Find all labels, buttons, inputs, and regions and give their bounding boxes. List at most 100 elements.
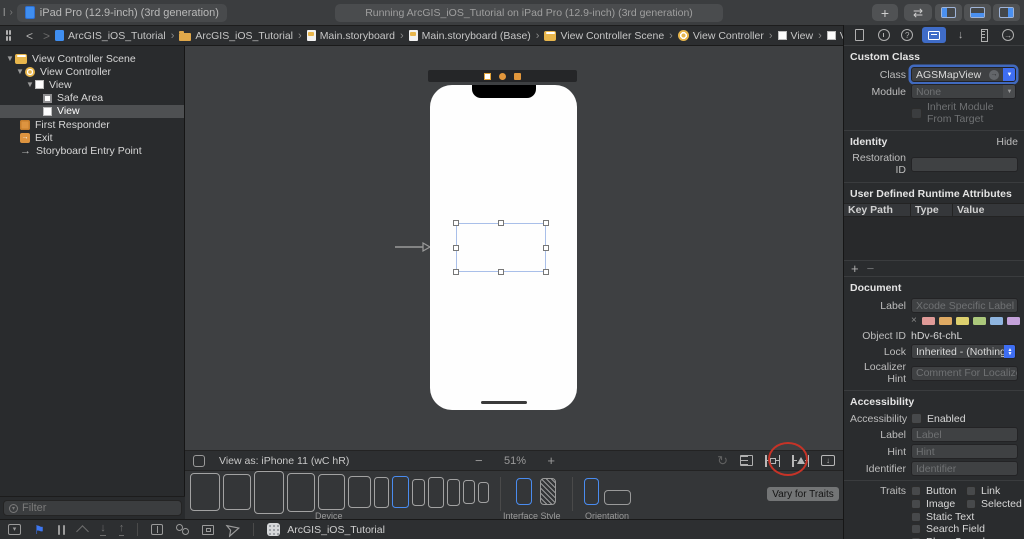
resize-handle[interactable]: [543, 220, 549, 226]
outline-row-view[interactable]: ▼ View: [0, 78, 184, 91]
zoom-out-button[interactable]: −: [475, 453, 483, 468]
attributes-inspector-tab[interactable]: ↓: [952, 27, 970, 43]
outline-row-subview-selected[interactable]: View: [0, 105, 184, 118]
breadcrumb-storyboard-base[interactable]: Main.storyboard (Base): [409, 30, 531, 42]
outline-row-exit[interactable]: → Exit: [0, 131, 184, 144]
breakpoint-filter-icon[interactable]: ▾: [8, 524, 21, 535]
a11y-identifier-field[interactable]: Identifier: [911, 461, 1018, 476]
identity-inspector-tab-selected[interactable]: [922, 27, 946, 43]
library-add-button[interactable]: +: [872, 4, 898, 21]
device-ipad-icon[interactable]: [287, 473, 315, 512]
module-dropdown-icon[interactable]: ▼: [1003, 84, 1016, 99]
view-controller-dock-icon[interactable]: [484, 73, 491, 80]
related-items-icon[interactable]: [6, 30, 11, 41]
toggle-debug-area-button[interactable]: [964, 4, 991, 21]
storyboard-canvas[interactable]: [185, 46, 843, 450]
connections-inspector-tab[interactable]: →: [999, 27, 1017, 43]
disclosure-triangle-icon[interactable]: ▼: [5, 54, 15, 63]
color-swatch-purple[interactable]: [1007, 317, 1020, 325]
device-iphone-11-icon-selected[interactable]: [392, 476, 409, 508]
outline-row-first-responder[interactable]: First Responder: [0, 118, 184, 131]
interface-style-light-icon[interactable]: [516, 478, 532, 505]
zoom-level[interactable]: 51%: [504, 455, 526, 467]
view-debugger-icon[interactable]: [151, 524, 163, 535]
resolve-auto-layout-icon[interactable]: [792, 455, 809, 467]
device-iphone-icon[interactable]: [428, 477, 444, 508]
device-iphone-icon[interactable]: [447, 479, 460, 506]
color-swatch-blue[interactable]: [990, 317, 1003, 325]
lock-dropdown[interactable]: Inherited - (Nothing) ▲▼: [911, 344, 1016, 359]
device-bar-toggle-icon[interactable]: [193, 455, 205, 467]
a11y-label-field[interactable]: Label: [911, 427, 1018, 442]
breakpoints-flag-icon[interactable]: ⚑: [34, 524, 45, 536]
outline-row-entry-point[interactable]: → Storyboard Entry Point: [0, 144, 184, 157]
forward-button[interactable]: >: [43, 29, 50, 43]
color-swatch-red[interactable]: [922, 317, 935, 325]
pause-icon[interactable]: [58, 525, 66, 535]
device-ipad-icon[interactable]: [254, 471, 284, 514]
update-frames-icon[interactable]: ↻: [717, 454, 728, 467]
quick-help-tab[interactable]: ?: [898, 27, 916, 43]
add-attribute-button[interactable]: +: [851, 261, 859, 276]
view-as-label[interactable]: View as: iPhone 11 (wC hR): [219, 455, 349, 467]
run-destination-chip[interactable]: iPad Pro (12.9-inch) (3rd generation): [17, 4, 227, 22]
resize-handle[interactable]: [543, 269, 549, 275]
step-into-icon[interactable]: ↓: [100, 523, 106, 536]
breadcrumb-scene[interactable]: View Controller Scene: [544, 30, 664, 42]
localizer-hint-field[interactable]: Comment For Localizer: [911, 366, 1018, 381]
breadcrumb-storyboard[interactable]: Main.storyboard: [307, 30, 395, 42]
resize-handle[interactable]: [453, 245, 459, 251]
document-label-field[interactable]: Xcode Specific Label: [911, 298, 1018, 313]
debug-hierarchy-icon[interactable]: [176, 524, 189, 535]
device-ipad-icon[interactable]: [348, 476, 371, 508]
remove-attribute-button[interactable]: −: [867, 261, 875, 276]
resize-handle[interactable]: [498, 269, 504, 275]
breadcrumb-view[interactable]: View: [778, 30, 814, 42]
toggle-navigator-button[interactable]: [935, 4, 962, 21]
orientation-portrait-icon[interactable]: [584, 478, 599, 505]
trait-selected-checkbox[interactable]: [966, 499, 976, 509]
breadcrumb-group[interactable]: ArcGIS_iOS_Tutorial: [179, 30, 293, 42]
outline-row-scene[interactable]: ▼ View Controller Scene: [0, 52, 184, 65]
add-new-constraints-icon[interactable]: [765, 455, 780, 467]
inherit-module-checkbox[interactable]: [911, 108, 922, 119]
device-ipad-icon[interactable]: [190, 473, 220, 511]
embed-in-icon[interactable]: ↓: [821, 455, 835, 466]
device-iphone-icon[interactable]: [374, 477, 389, 508]
step-out-icon[interactable]: ↑: [119, 523, 125, 536]
breadcrumb-project[interactable]: ArcGIS_iOS_Tutorial: [55, 30, 166, 42]
color-swatch-yellow[interactable]: [956, 317, 969, 325]
toggle-inspector-button[interactable]: [993, 4, 1020, 21]
selected-map-view[interactable]: [456, 223, 546, 272]
file-inspector-tab[interactable]: [851, 27, 869, 43]
device-ipad-icon[interactable]: [318, 474, 345, 510]
resize-handle[interactable]: [453, 269, 459, 275]
trait-static-text-checkbox[interactable]: [911, 512, 921, 522]
resize-handle[interactable]: [543, 245, 549, 251]
color-swatch-green[interactable]: [973, 317, 986, 325]
resize-handle[interactable]: [498, 220, 504, 226]
first-responder-dock-icon[interactable]: [499, 73, 506, 80]
a11y-hint-field[interactable]: Hint: [911, 444, 1018, 459]
breadcrumb-view-controller[interactable]: View Controller: [678, 30, 764, 42]
zoom-in-button[interactable]: +: [547, 453, 555, 468]
vary-for-traits-button[interactable]: Vary for Traits: [767, 487, 839, 501]
trait-search-field-checkbox[interactable]: [911, 524, 921, 534]
size-inspector-tab[interactable]: [975, 27, 993, 43]
class-field[interactable]: AGSMapView → ▼: [911, 67, 1016, 82]
interface-style-dark-icon[interactable]: [540, 478, 556, 505]
outline-row-safe-area[interactable]: Safe Area: [0, 92, 184, 105]
simulate-location-icon[interactable]: [226, 522, 242, 538]
device-iphone-icon[interactable]: [412, 479, 425, 506]
exit-dock-icon[interactable]: [514, 73, 521, 80]
iphone-canvas[interactable]: [430, 85, 577, 410]
trait-link-checkbox[interactable]: [966, 486, 976, 496]
module-field[interactable]: None ▼: [911, 84, 1016, 99]
disclosure-triangle-icon[interactable]: ▼: [25, 80, 35, 89]
swatch-clear-button[interactable]: ×: [911, 315, 917, 326]
orientation-landscape-icon[interactable]: [604, 490, 631, 505]
hide-button[interactable]: Hide: [996, 136, 1018, 148]
device-iphone-icon[interactable]: [478, 482, 489, 503]
trait-button-checkbox[interactable]: [911, 486, 921, 496]
outline-row-view-controller[interactable]: ▼ View Controller: [0, 65, 184, 78]
